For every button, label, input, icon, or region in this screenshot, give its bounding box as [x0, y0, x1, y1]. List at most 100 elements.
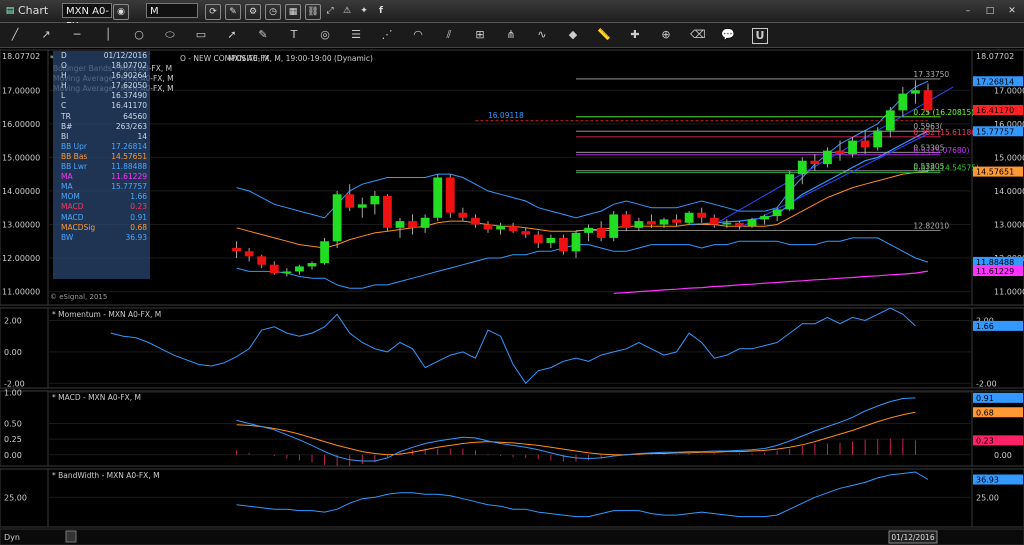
channel-icon[interactable]: ⫽ [442, 28, 456, 42]
data-window-value: 0.23 [130, 202, 147, 212]
elliott-icon[interactable]: ∿ [535, 28, 549, 42]
candle-body [911, 90, 920, 94]
data-window-value: 16.37490 [111, 91, 147, 101]
fib-fan-icon[interactable]: ⋰ [380, 28, 394, 42]
candle-body [408, 221, 417, 228]
symbol-menu-icon[interactable]: ◉ [113, 4, 129, 20]
data-window-row: H 17.62050 [53, 81, 150, 91]
candle-body [659, 219, 669, 225]
data-window-key: BB Upr [61, 141, 88, 151]
data-window-value: 16.90264 [111, 71, 147, 81]
maximize-icon[interactable]: □ [983, 4, 997, 18]
drawing-toolbar: ╱ ↗ ─ │ ○ ⬭ ▭ ➚ ✎ T ◎ ☰ ⋰ ◠ ⫽ ⊞ ⋔ ∿ ◆ 📏 ✚ ⊕ ⌫ 💬 U [0, 23, 1024, 48]
data-window-row: TR 64560 [53, 112, 150, 122]
settings-icon[interactable]: ⚙ [245, 4, 261, 20]
candle-body [458, 212, 468, 218]
price-ytick-left: 14.00000 [2, 187, 40, 196]
ruler-icon[interactable]: 📏 [597, 28, 611, 42]
cross-icon[interactable]: ✚ [628, 28, 642, 42]
candle-body [697, 212, 707, 218]
link-icon[interactable]: ⛓ [305, 4, 321, 20]
data-window-key: L [61, 91, 66, 101]
gann-icon[interactable]: ⊞ [473, 28, 487, 42]
pencil-tool-icon[interactable]: ✎ [256, 28, 270, 42]
andrews-pitchfork-icon[interactable]: ⋔ [504, 28, 518, 42]
fib-circles-icon[interactable]: ◎ [318, 28, 332, 42]
comment-icon[interactable]: 💬 [721, 28, 735, 42]
bandwidth-ytick-right: 25.00 [976, 493, 999, 502]
expand-icon[interactable]: ⤢ [323, 4, 337, 18]
fib-level-label: 0.25 (16.20815) [913, 108, 974, 117]
data-window-key: H [61, 71, 67, 81]
price-badge-label: 16.41170 [976, 106, 1014, 115]
candle-body [898, 93, 908, 111]
time-icon[interactable]: ◷ [265, 4, 281, 20]
edit-icon[interactable]: ✎ [225, 4, 241, 20]
candle-body [370, 195, 380, 205]
macd-ytick: 0.50 [4, 420, 22, 429]
twitter-icon[interactable]: ✦ [357, 4, 371, 18]
candle-body [383, 195, 392, 228]
candle-body [546, 237, 556, 243]
refresh-icon[interactable]: ⟳ [205, 4, 221, 20]
price-ytick-left: 12.00000 [2, 254, 40, 263]
data-window-row: BB Bas 14.57651 [53, 152, 150, 162]
candle-body [772, 209, 782, 217]
candle-body [835, 150, 845, 155]
data-window-row: L 16.37490 [53, 91, 150, 101]
data-window-key: MACDSig [61, 222, 96, 232]
chart-area[interactable]: 11.0000011.0000012.0000012.0000013.00000… [0, 48, 1024, 545]
facebook-icon[interactable]: f [374, 4, 388, 18]
price-axis-top-right: 18.07702 [976, 52, 1014, 61]
ray-tool-icon[interactable]: ↗ [39, 28, 53, 42]
macd-ytick: 0.00 [4, 451, 22, 460]
bandwidth-badge-label: 36.93 [976, 476, 999, 485]
template-icon[interactable]: ▦ [285, 4, 301, 20]
data-window-row: BB Lwr 11.88488 [53, 162, 150, 172]
data-window-row: BW 36.93 [53, 233, 150, 243]
price-ytick-left: 15.00000 [2, 153, 40, 162]
candle-body [244, 251, 254, 257]
candle-body [420, 217, 430, 228]
hline-tool-icon[interactable]: ─ [70, 28, 84, 42]
window-title: Chart [18, 4, 49, 17]
fib-retracement-icon[interactable]: ☰ [349, 28, 363, 42]
fib-level-label: 17.33750 [913, 70, 949, 79]
ellipse-tool-icon[interactable]: ⬭ [163, 28, 177, 42]
momentum-ytick: -2.00 [4, 379, 25, 388]
fib-level-label: 0.382 (15.61186) [913, 128, 979, 137]
data-window-key: MA [61, 172, 73, 182]
data-window-row: MOM 1.66 [53, 192, 150, 202]
price-ytick-right: 15.00000 [994, 153, 1024, 162]
zoom-icon[interactable]: ⊕ [659, 28, 673, 42]
price-marker-icon[interactable]: ◆ [566, 28, 580, 42]
candle-body [885, 110, 895, 131]
price-ytick-left: 16.00000 [2, 120, 40, 129]
data-window-key: B# [61, 121, 73, 131]
line-tool-icon[interactable]: ╱ [8, 28, 22, 42]
alert-icon[interactable]: ⚠ [340, 4, 354, 18]
circle-tool-icon[interactable]: ○ [132, 28, 146, 42]
candle-body [785, 174, 795, 210]
text-tool-icon[interactable]: T [287, 28, 301, 42]
data-window-value: 17.26814 [111, 141, 147, 151]
arrow-tool-icon[interactable]: ➚ [225, 28, 239, 42]
candle-body [232, 247, 241, 252]
data-window-value: 14.57651 [111, 151, 147, 161]
u-icon[interactable]: U [752, 28, 768, 44]
minimize-icon[interactable]: – [961, 4, 975, 18]
vline-tool-icon[interactable]: │ [101, 28, 115, 42]
rectangle-tool-icon[interactable]: ▭ [194, 28, 208, 42]
macd-title: * MACD - MXN A0-FX, M [52, 393, 141, 402]
close-icon[interactable]: ✕ [1005, 4, 1019, 18]
candle-body [684, 212, 694, 223]
fib-arc-icon[interactable]: ◠ [411, 28, 425, 42]
chart-app-icon: ▤ [5, 6, 15, 16]
candle-body [760, 216, 769, 220]
data-window-key: MACD [61, 202, 84, 212]
candle-body [571, 232, 581, 252]
interval-input[interactable]: M [146, 3, 198, 18]
symbol-input[interactable]: MXN A0-FX [62, 3, 112, 32]
eraser-icon[interactable]: ⌫ [690, 28, 706, 42]
watermark: © eSignal, 2015 [50, 293, 107, 301]
